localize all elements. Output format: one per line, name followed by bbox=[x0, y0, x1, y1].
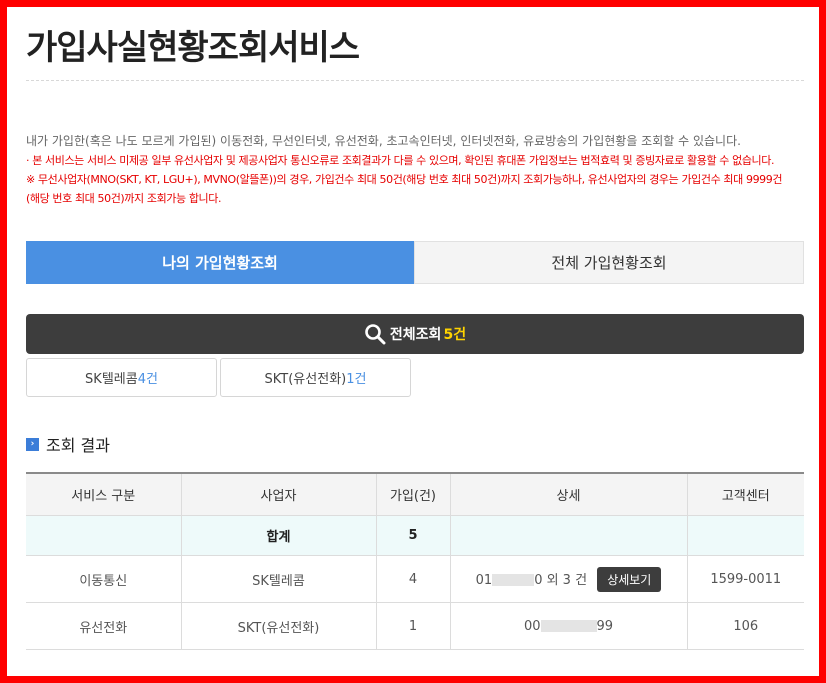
row-count: 1 bbox=[375, 602, 450, 650]
search-count: 5건 bbox=[443, 327, 467, 343]
filter-name: SKT(유선전화) bbox=[264, 372, 347, 387]
search-label: 전체조회 bbox=[389, 327, 442, 343]
row-provider: SK텔레콤 bbox=[180, 555, 376, 603]
detail-prefix: 00 bbox=[523, 618, 541, 634]
chevron-right-icon: › bbox=[26, 437, 39, 451]
header-customer-center: 고객센터 bbox=[686, 473, 804, 516]
page-title: 가입사실현황조회서비스 bbox=[26, 28, 360, 68]
results-table: 서비스 구분 사업자 가입(건) 상세 고객센터 합계 5 이동통신 SK텔레콤… bbox=[26, 472, 804, 650]
search-all-button[interactable]: 전체조회 5건 bbox=[26, 314, 804, 354]
notice-line-3: ※ 무선사업자(MNO(SKT, KT, LGU+), MVNO(알뜰폰))의 … bbox=[26, 173, 783, 186]
notice-line-2: · 본 서비스는 서비스 미제공 일부 유선사업자 및 제공사업자 통신오류로 … bbox=[26, 154, 775, 167]
row-detail: 00 99 bbox=[449, 602, 687, 650]
row-service: 이동통신 bbox=[26, 555, 181, 603]
detail-suffix: 99 bbox=[596, 618, 614, 634]
filter-count: 1건 bbox=[346, 372, 367, 387]
view-detail-button[interactable]: 상세보기 bbox=[597, 566, 662, 592]
notice-block: 내가 가입한(혹은 나도 모르게 가입된) 이동전화, 무선인터넷, 유선전화,… bbox=[26, 132, 804, 208]
header-service: 서비스 구분 bbox=[26, 473, 181, 516]
search-icon bbox=[365, 324, 386, 345]
table-row: 유선전화 SKT(유선전화) 1 00 99 106 bbox=[26, 602, 804, 650]
row-count: 4 bbox=[375, 555, 450, 603]
masked-number bbox=[540, 620, 597, 632]
filter-count: 4건 bbox=[137, 372, 158, 387]
detail-prefix: 01 bbox=[475, 572, 493, 588]
row-service: 유선전화 bbox=[26, 602, 181, 650]
header-count: 가입(건) bbox=[375, 473, 450, 516]
header-detail: 상세 bbox=[449, 473, 687, 516]
total-value: 5 bbox=[375, 515, 450, 556]
results-title: 조회 결과 bbox=[46, 436, 110, 455]
title-divider bbox=[26, 80, 804, 81]
total-blank bbox=[26, 515, 181, 556]
row-center: 1599-0011 bbox=[686, 555, 804, 603]
tab-all-status[interactable]: 전체 가입현황조회 bbox=[414, 241, 804, 284]
tab-bar: 나의 가입현황조회 전체 가입현황조회 bbox=[26, 241, 804, 284]
total-blank-center bbox=[686, 515, 804, 556]
notice-line-4: (해당 번호 최대 50건)까지 조회가능 합니다. bbox=[26, 192, 222, 205]
masked-number bbox=[492, 574, 535, 586]
filter-sk-telecom[interactable]: SK텔레콤 4건 bbox=[26, 358, 217, 397]
detail-suffix: 0 외 3 건 bbox=[534, 572, 588, 588]
tab-my-status[interactable]: 나의 가입현황조회 bbox=[26, 241, 414, 284]
total-blank-detail bbox=[449, 515, 687, 556]
total-label: 합계 bbox=[180, 515, 376, 556]
notice-line-1: 내가 가입한(혹은 나도 모르게 가입된) 이동전화, 무선인터넷, 유선전화,… bbox=[26, 134, 741, 148]
row-provider: SKT(유선전화) bbox=[180, 602, 376, 650]
table-header-row: 서비스 구분 사업자 가입(건) 상세 고객센터 bbox=[26, 473, 804, 516]
results-heading: › 조회 결과 bbox=[26, 432, 110, 456]
filter-name: SK텔레콤 bbox=[85, 372, 138, 387]
total-row: 합계 5 bbox=[26, 515, 804, 556]
row-detail: 01 0 외 3 건 상세보기 bbox=[449, 555, 687, 603]
table-row: 이동통신 SK텔레콤 4 01 0 외 3 건 상세보기 1599-0011 bbox=[26, 555, 804, 603]
header-provider: 사업자 bbox=[180, 473, 376, 516]
row-center: 106 bbox=[686, 602, 804, 650]
filter-skt-wired[interactable]: SKT(유선전화) 1건 bbox=[220, 358, 411, 397]
provider-filters: SK텔레콤 4건 SKT(유선전화) 1건 bbox=[26, 358, 414, 397]
